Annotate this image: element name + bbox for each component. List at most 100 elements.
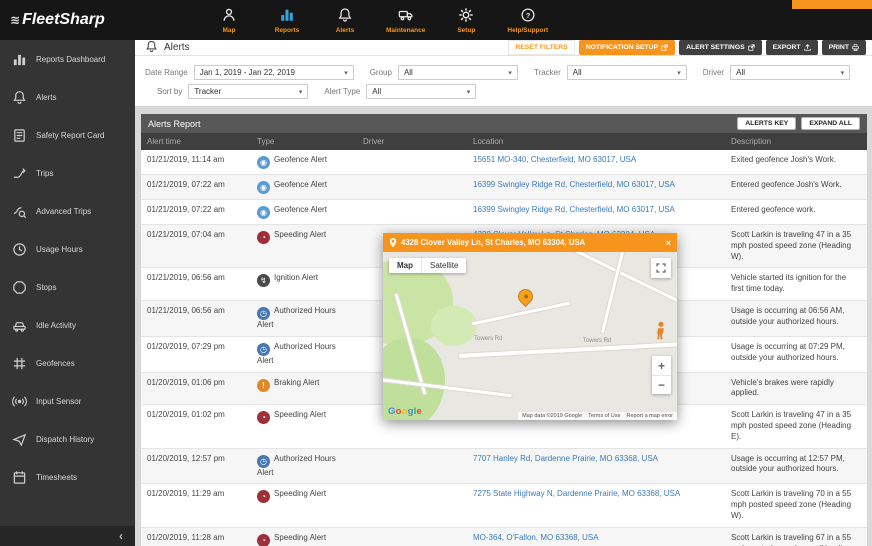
alert-type-filter: Alert Type All bbox=[324, 84, 477, 99]
chevron-down-icon bbox=[835, 68, 845, 77]
map-attribution: Map data ©2019 Google Terms of Use Repor… bbox=[518, 412, 677, 420]
driver-cell bbox=[357, 527, 467, 546]
nav-item-help[interactable]: ? Help/Support bbox=[507, 7, 548, 34]
zoom-control: + − bbox=[652, 356, 671, 394]
sort-by-select[interactable]: Tracker bbox=[188, 84, 309, 99]
sidebar-item-input-sensor[interactable]: Input Sensor bbox=[0, 382, 135, 420]
fullscreen-button[interactable] bbox=[651, 258, 671, 278]
map-canvas[interactable]: Towers Rd Towers Rd Map Satellite + − Go… bbox=[383, 252, 677, 420]
alert-type-label: Speeding Alert bbox=[274, 410, 327, 420]
group-select[interactable]: All bbox=[397, 65, 518, 80]
location-cell: 16399 Swingley Ridge Rd, Chesterfield, M… bbox=[467, 199, 725, 225]
map-tab[interactable]: Map bbox=[389, 258, 422, 273]
expand-all-button[interactable]: EXPAND ALL bbox=[801, 117, 860, 130]
sidebar-item-label: Advanced Trips bbox=[36, 206, 92, 216]
sidebar-item-trips[interactable]: Trips bbox=[0, 154, 135, 192]
export-arrow-icon bbox=[803, 44, 811, 51]
location-link[interactable]: MO-364, O'Fallon, MO 63368, USA bbox=[473, 533, 599, 542]
zoom-in-button[interactable]: + bbox=[652, 356, 671, 375]
page-header: Alerts RESET FILTERS NOTIFICATION SETUP … bbox=[135, 40, 872, 56]
report-title: Alerts Report bbox=[148, 118, 201, 129]
nav-item-reports[interactable]: Reports bbox=[270, 7, 304, 34]
date-range-filter: Date Range Jan 1, 2019 - Jan 22, 2019 bbox=[145, 65, 354, 80]
location-link[interactable]: 7275 State Highway N, Dardenne Prairie, … bbox=[473, 489, 680, 498]
date-range-select[interactable]: Jan 1, 2019 - Jan 22, 2019 bbox=[193, 65, 354, 80]
alerts-key-button[interactable]: ALERTS KEY bbox=[737, 117, 797, 130]
tracker-select[interactable]: All bbox=[566, 65, 687, 80]
satellite-tab[interactable]: Satellite bbox=[422, 258, 466, 273]
alert-type-icon bbox=[257, 533, 270, 546]
reset-filters-button[interactable]: RESET FILTERS bbox=[508, 40, 575, 55]
alert-type-icon bbox=[257, 156, 270, 169]
driver-select[interactable]: All bbox=[730, 65, 851, 80]
clock-icon bbox=[13, 242, 26, 256]
description-cell: Vehicle started its ignition for the fir… bbox=[725, 267, 867, 301]
terms-of-use-link[interactable]: Terms of Use bbox=[588, 413, 620, 419]
alert-settings-button[interactable]: ALERT SETTINGS bbox=[679, 40, 762, 55]
chevron-down-icon bbox=[502, 68, 512, 77]
sidebar-item-label: Input Sensor bbox=[36, 396, 82, 406]
sidebar-item-label: Safety Report Card bbox=[36, 130, 105, 140]
topbar-cutoff-button[interactable] bbox=[792, 0, 872, 9]
table-row: 01/21/2019, 11:14 am Geofence Alert 1565… bbox=[141, 150, 867, 175]
description-cell: Entered geofence Josh's Work. bbox=[725, 174, 867, 200]
sidebar-item-usage-hours[interactable]: Usage Hours bbox=[0, 230, 135, 268]
description-cell: Vehicle's brakes were rapidly applied. bbox=[725, 372, 867, 406]
zoom-out-button[interactable]: − bbox=[652, 375, 671, 394]
report-map-error-link[interactable]: Report a map error bbox=[627, 413, 673, 419]
sidebar-item-safety-report-card[interactable]: Safety Report Card bbox=[0, 116, 135, 154]
external-link-icon bbox=[747, 44, 755, 51]
alert-time-cell: 01/20/2019, 01:02 pm bbox=[141, 404, 251, 449]
alert-type-label: Speeding Alert bbox=[274, 489, 327, 499]
nav-item-setup[interactable]: Setup bbox=[449, 7, 483, 34]
alert-type-cell: Speeding Alert bbox=[251, 527, 357, 546]
sidebar-item-idle-activity[interactable]: Idle Activity bbox=[0, 306, 135, 344]
tracker-filter: Tracker All bbox=[534, 65, 687, 80]
description-cell: Scott Larkin is traveling 67 in a 55 mph… bbox=[725, 527, 867, 546]
location-cell: 7707 Hanley Rd, Dardenne Prairie, MO 633… bbox=[467, 448, 725, 485]
road-label: Towers Rd bbox=[582, 337, 612, 344]
map-marker-icon[interactable] bbox=[515, 285, 537, 308]
description-cell: Scott Larkin is traveling 47 in a 35 mph… bbox=[725, 404, 867, 449]
sidebar-collapse-button[interactable] bbox=[0, 526, 135, 546]
sidebar-item-advanced-trips[interactable]: Advanced Trips bbox=[0, 192, 135, 230]
nav-item-alerts[interactable]: Alerts bbox=[328, 7, 362, 34]
signal-icon bbox=[12, 395, 27, 407]
table-row: 01/20/2019, 11:29 am Speeding Alert 7275… bbox=[141, 483, 867, 528]
alert-time-cell: 01/21/2019, 07:22 am bbox=[141, 174, 251, 200]
sidebar-item-stops[interactable]: Stops bbox=[0, 268, 135, 306]
alert-type-label: Speeding Alert bbox=[274, 532, 327, 542]
paper-plane-icon bbox=[12, 433, 27, 447]
location-link[interactable]: 16399 Swingley Ridge Rd, Chesterfield, M… bbox=[473, 205, 675, 214]
alert-type-cell: Ignition Alert bbox=[251, 267, 357, 301]
pegman-icon[interactable] bbox=[653, 321, 669, 341]
col-alert-time: Alert time bbox=[141, 133, 251, 150]
bar-chart-icon bbox=[279, 7, 295, 25]
location-link[interactable]: 7707 Hanley Rd, Dardenne Prairie, MO 633… bbox=[473, 454, 658, 463]
sidebar-item-reports-dashboard[interactable]: Reports Dashboard bbox=[0, 40, 135, 78]
sidebar-item-label: Stops bbox=[36, 282, 57, 292]
nav-item-maintenance[interactable]: Maintenance bbox=[386, 7, 425, 34]
print-button[interactable]: PRINT bbox=[821, 40, 866, 55]
alert-type-icon bbox=[257, 181, 270, 194]
sidebar-item-dispatch-history[interactable]: Dispatch History bbox=[0, 420, 135, 458]
alert-time-cell: 01/20/2019, 01:06 pm bbox=[141, 372, 251, 406]
close-icon[interactable] bbox=[666, 238, 671, 248]
alert-type-select[interactable]: All bbox=[366, 84, 477, 99]
table-header-row: Alert time Type Driver Location Descript… bbox=[141, 133, 867, 150]
alerts-bell-icon bbox=[145, 40, 158, 55]
table-row: 01/21/2019, 07:22 am Geofence Alert 1639… bbox=[141, 174, 867, 200]
nav-item-map[interactable]: Map bbox=[212, 7, 246, 34]
page-title: Alerts bbox=[164, 42, 190, 53]
sidebar: Reports Dashboard Alerts Safety Report C… bbox=[0, 40, 135, 546]
brand-logo[interactable]: ≋ FleetSharp bbox=[0, 11, 150, 29]
sidebar-item-alerts[interactable]: Alerts bbox=[0, 78, 135, 116]
location-link[interactable]: 15651 MO-340, Chesterfield, MO 63017, US… bbox=[473, 155, 636, 164]
location-link[interactable]: 16399 Swingley Ridge Rd, Chesterfield, M… bbox=[473, 180, 675, 189]
alert-type-icon bbox=[257, 306, 270, 320]
driver-filter: Driver All bbox=[703, 65, 851, 80]
notification-setup-button[interactable]: NOTIFICATION SETUP bbox=[578, 40, 676, 55]
export-button[interactable]: EXPORT bbox=[765, 40, 818, 55]
sidebar-item-timesheets[interactable]: Timesheets bbox=[0, 458, 135, 496]
sidebar-item-geofences[interactable]: Geofences bbox=[0, 344, 135, 382]
